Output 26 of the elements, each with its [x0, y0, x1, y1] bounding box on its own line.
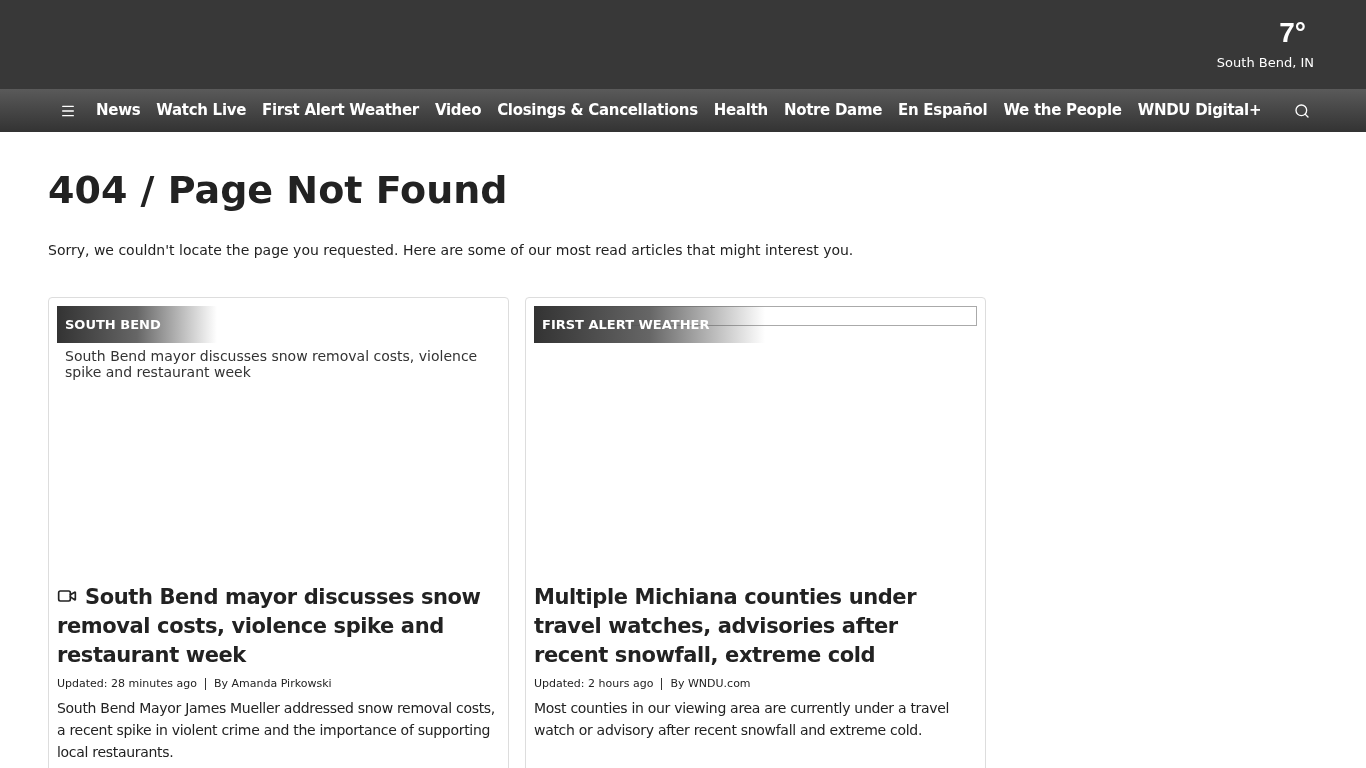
updated-time: Updated: 28 minutes ago — [57, 676, 197, 692]
nav-link[interactable]: Notre Dame — [775, 99, 891, 122]
nav-link[interactable]: Closings & Cancellations — [489, 99, 706, 122]
temperature: 7° — [1279, 16, 1306, 49]
nav-link[interactable]: We the People — [995, 99, 1130, 122]
nav-link[interactable]: WNDU Digital+ — [1129, 99, 1270, 122]
nav-link[interactable]: Health — [705, 99, 776, 122]
nav-link[interactable]: Video — [426, 99, 490, 122]
updated-time: Updated: 2 hours ago — [534, 676, 654, 692]
search-icon[interactable] — [1294, 102, 1310, 119]
error-message: Sorry, we couldn't locate the page you requested. Here are some of our most read articles that might interest you. — [48, 241, 855, 260]
nav-link[interactable]: News — [88, 99, 149, 122]
article-headline[interactable]: South Bend mayor discusses snow removal costs, violence spike and restaurant week — [57, 583, 500, 670]
broken-image-alt-text: South Bend mayor discusses snow removal costs, violence spike and restaurant week — [65, 348, 479, 380]
nav-link[interactable]: Watch Live — [148, 99, 255, 122]
section-label[interactable]: FIRST ALERT WEATHER — [534, 306, 766, 343]
section-label[interactable]: SOUTH BEND — [57, 306, 217, 343]
article-summary: Most counties in our viewing area are currently under a travel watch or advisory after recent snowfall and extreme cold. — [534, 698, 951, 740]
byline: By WNDU.com — [670, 676, 751, 692]
nav-link[interactable]: En Español — [890, 99, 996, 122]
nav-link[interactable]: First Alert Weather — [254, 99, 427, 122]
location: South Bend, IN — [1216, 53, 1314, 72]
article-headline[interactable]: Multiple Michiana counties under travel watches, advisories after recent snowfall, extreme cold — [534, 583, 977, 670]
article-summary: South Bend Mayor James Mueller addressed snow removal costs, a recent spike in violent crime and the importance of supporting local restaurants. — [57, 698, 496, 762]
page-title: 404 / Page Not Found — [48, 167, 509, 214]
byline: By Amanda Pirkowski — [214, 676, 332, 692]
